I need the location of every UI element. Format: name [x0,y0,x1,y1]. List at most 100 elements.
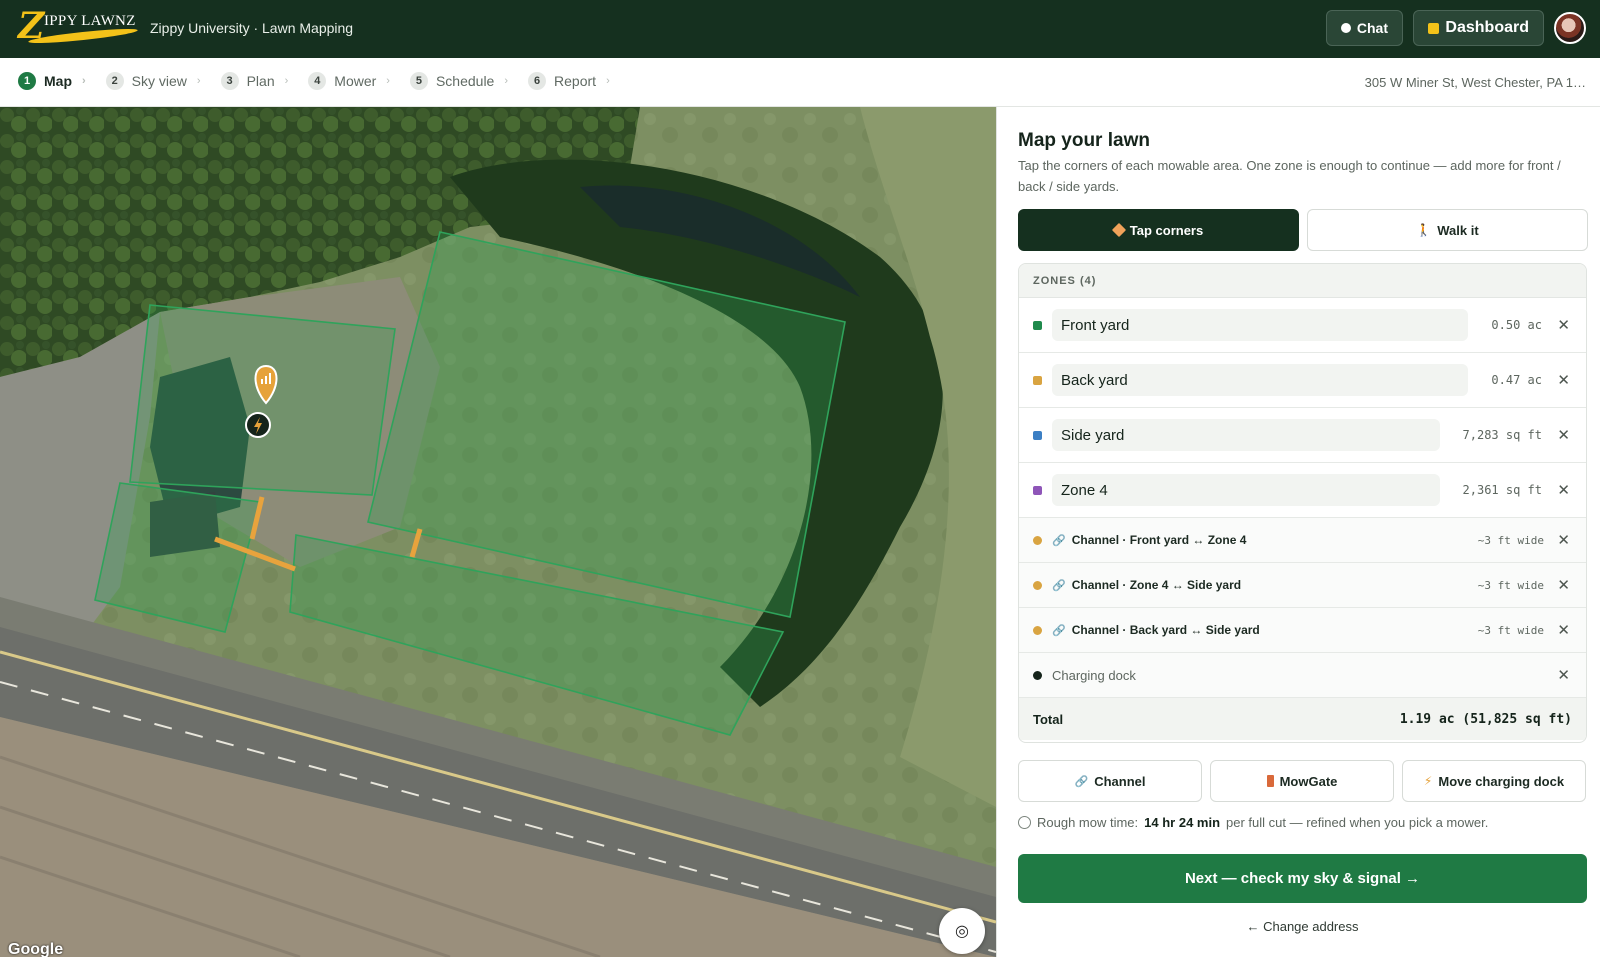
step-number: 4 [308,72,327,90]
avatar[interactable] [1554,12,1586,44]
zone-color-swatch [1033,430,1042,440]
gate-icon [1266,775,1274,787]
channel-button-label: Channel [1094,773,1146,789]
logo-swoosh [27,26,139,46]
side-panel: Map your lawn Tap the corners of each mo… [996,107,1600,957]
link-icon: 🔗 [1052,534,1066,547]
zone-name-input[interactable]: Zone 4 [1052,474,1440,506]
app-title: Zippy University · Lawn Mapping [150,20,354,36]
link-icon: 🔗 [1052,624,1066,637]
logo-letter: Z [18,5,45,47]
zone-name-input[interactable]: Front yard [1052,309,1468,341]
current-address: 305 W Miner St, West Chester, PA 1… [1364,75,1586,90]
close-icon[interactable]: ✕ [1557,621,1570,639]
zone-row-zone-4[interactable]: Zone 4 2,361 sq ft ✕ [1019,463,1586,518]
zones-header: ZONES (4) [1019,264,1586,298]
channel-dot [1033,625,1042,635]
step-schedule[interactable]: 5 Schedule › [409,72,522,90]
zone-area: 7,283 sq ft [1462,428,1542,442]
move-charging-dock-button[interactable]: ⚡ Move charging dock [1402,760,1586,802]
step-label: Map [44,73,72,89]
zone-name-input[interactable]: Back yard [1052,364,1468,396]
link-icon: 🔗 [1052,579,1066,592]
zone-color-swatch [1033,375,1042,385]
next-button[interactable]: Next — check my sky & signal → [1018,854,1587,903]
add-channel-button[interactable]: 🔗 Channel [1018,760,1202,802]
channel-width: ~3 ft wide [1477,533,1544,547]
signal-bar [261,379,263,384]
step-label: Report [554,73,597,89]
channel-dot [1033,535,1042,545]
map-attribution: Google [8,941,64,957]
zone-color-swatch [1033,320,1042,330]
close-icon[interactable]: ✕ [1557,666,1570,684]
tool-buttons: 🔗 Channel MowGate ⚡ Move charging dock [1018,760,1586,802]
channel-width: ~3 ft wide [1477,623,1544,637]
chevron-right-icon: › [284,75,289,87]
total-label: Total [1033,711,1064,727]
channel-name: Channel · Zone 4 ↔ Side yard [1071,578,1242,592]
locate-button[interactable]: ◎ [939,908,985,954]
channel-width: ~3 ft wide [1477,578,1544,592]
step-label: Plan [246,73,275,89]
dashboard-button[interactable]: Dashboard [1413,10,1544,46]
step-sky-view[interactable]: 2 Sky view › [105,72,215,90]
map-canvas[interactable]: Google ◎ [0,107,996,957]
close-icon[interactable]: ✕ [1557,426,1570,444]
panel-title: Map your lawn [1018,130,1150,151]
step-number: 3 [220,72,239,90]
chevron-right-icon: › [82,75,86,87]
mow-time-note: Rough mow time: 14 hr 24 min per full cu… [1018,815,1488,830]
dock-label: Charging dock [1052,667,1136,683]
mow-time-suffix: per full cut — refined when you pick a m… [1226,815,1489,830]
brand-logo[interactable]: Z IPPY LAWNZ [18,5,143,47]
mode-toggle: Tap corners 🚶 Walk it [1018,209,1588,251]
mow-time-prefix: Rough mow time: [1037,815,1139,830]
zone-row-front-yard[interactable]: Front yard 0.50 ac ✕ [1019,298,1586,353]
channel-row[interactable]: 🔗 Channel · Zone 4 ↔ Side yard ~3 ft wid… [1019,563,1586,608]
tap-corners-button[interactable]: Tap corners [1018,209,1299,251]
step-label: Sky view [131,73,187,89]
bolt-icon: ⚡ [1423,774,1433,788]
step-number: 6 [528,72,547,90]
walk-it-label: Walk it [1437,222,1479,238]
pencil-icon [1111,222,1126,238]
total-row: Total 1.19 ac (51,825 sq ft) [1019,698,1586,740]
satellite-map[interactable] [0,107,996,957]
close-icon[interactable]: ✕ [1557,371,1570,389]
total-value: 1.19 ac (51,825 sq ft) [1399,711,1572,727]
change-address-link[interactable]: ← Change address [1018,919,1587,934]
steps-bar: 1 Map › 2 Sky view › 3 Plan › 4 Mower › … [0,58,1600,107]
clock-icon [1018,816,1031,829]
channel-dot [1033,580,1042,590]
locate-target-icon: ◎ [955,923,969,940]
zone-color-swatch [1033,485,1042,495]
step-number: 5 [409,72,428,90]
step-number: 1 [18,72,36,90]
chat-button[interactable]: Chat [1326,10,1403,46]
step-report[interactable]: 6 Report › [528,72,624,90]
step-plan[interactable]: 3 Plan › [220,72,303,90]
channel-row[interactable]: 🔗 Channel · Front yard ↔ Zone 4 ~3 ft wi… [1019,518,1586,563]
mowgate-button-label: MowGate [1279,773,1338,789]
mowgate-button[interactable]: MowGate [1210,760,1394,802]
close-icon[interactable]: ✕ [1557,576,1570,594]
dock-dot [1033,670,1042,680]
close-icon[interactable]: ✕ [1557,531,1570,549]
step-mower[interactable]: 4 Mower › [308,72,404,90]
channel-row[interactable]: 🔗 Channel · Back yard ↔ Side yard ~3 ft … [1019,608,1586,653]
move-dock-button-label: Move charging dock [1438,773,1565,789]
header-actions: Chat Dashboard [1326,10,1586,46]
close-icon[interactable]: ✕ [1557,316,1570,334]
zone-row-side-yard[interactable]: Side yard 7,283 sq ft ✕ [1019,408,1586,463]
charging-dock-row[interactable]: Charging dock ✕ [1019,653,1586,698]
chat-bubble-icon [1341,23,1351,33]
walk-it-button[interactable]: 🚶 Walk it [1307,209,1588,251]
zone-row-back-yard[interactable]: Back yard 0.47 ac ✕ [1019,353,1586,408]
channel-name: Channel · Front yard ↔ Zone 4 [1071,533,1247,547]
logo-wordmark: IPPY LAWNZ [44,13,136,29]
close-icon[interactable]: ✕ [1557,481,1570,499]
step-map[interactable]: 1 Map › [18,72,100,90]
zone-name-input[interactable]: Side yard [1052,419,1440,451]
chat-label: Chat [1356,20,1388,36]
